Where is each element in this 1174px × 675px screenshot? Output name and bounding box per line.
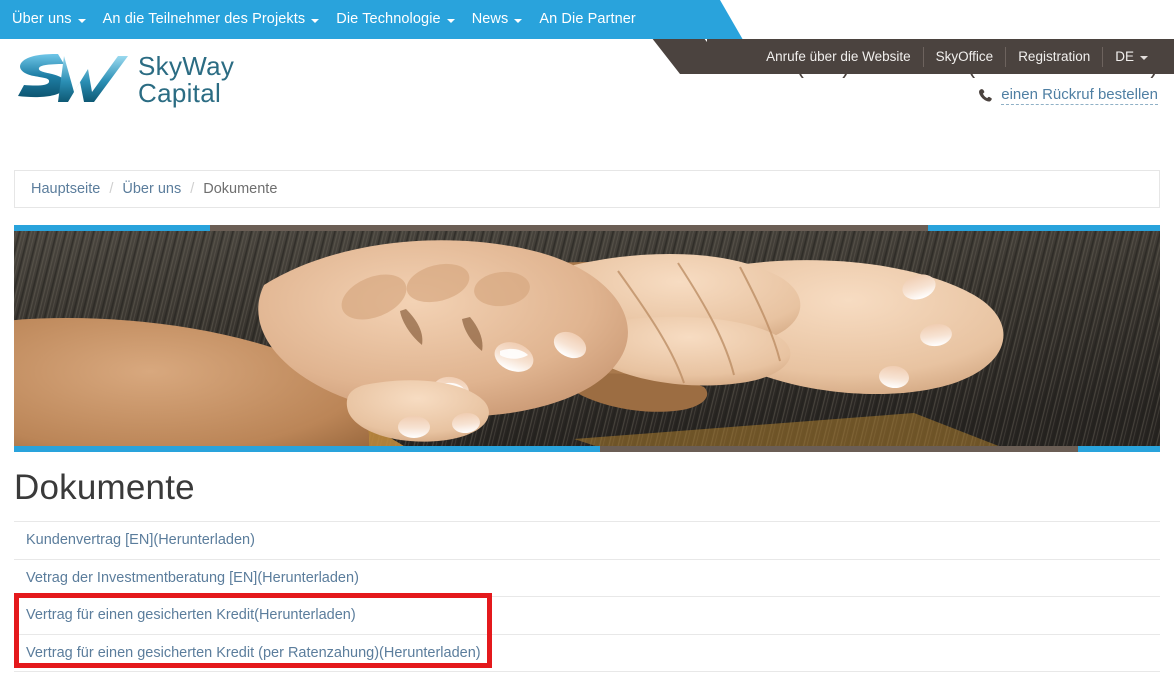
- page-title: Dokumente: [14, 468, 195, 507]
- document-name-link[interactable]: Vertrag für einen gesicherten Kredit (pe…: [26, 645, 379, 661]
- breadcrumb-item-hauptseite[interactable]: Hauptseite: [31, 181, 100, 197]
- main-navigation-items: Über uns An die Teilnehmer des Projekts …: [0, 0, 653, 39]
- utility-item-label: SkyOffice: [935, 49, 994, 64]
- nav-item-label: An die Teilnehmer des Projekts: [102, 11, 306, 28]
- utility-item-registration[interactable]: Registration: [1006, 49, 1102, 64]
- nav-item-partner[interactable]: An Die Partner: [539, 12, 636, 27]
- table-row[interactable]: Vertrag für einen gesicherten Kredit (pe…: [14, 633, 1160, 671]
- document-name-link[interactable]: Vertrag für einen gesicherten Kredit: [26, 607, 254, 623]
- paren-close: ): [354, 569, 359, 586]
- paren-close: ): [250, 532, 255, 549]
- download-link[interactable]: Herunterladen: [259, 607, 351, 623]
- breadcrumb: Hauptseite / Über uns / Dokumente: [14, 170, 1160, 208]
- callback-link[interactable]: einen Rückruf bestellen: [1001, 86, 1158, 105]
- paren-close: ): [475, 644, 481, 661]
- download-link[interactable]: Herunterladen: [384, 645, 476, 661]
- download-link[interactable]: Herunterladen: [158, 532, 250, 548]
- breadcrumb-item-ueber-uns[interactable]: Über uns: [122, 181, 181, 197]
- logo-line-2: Capital: [138, 78, 222, 108]
- hands-stacked-together-photo: [14, 225, 1160, 452]
- nav-item-teilnehmer[interactable]: An die Teilnehmer des Projekts: [103, 12, 320, 27]
- site-logo[interactable]: SkyWay Capital: [14, 52, 234, 108]
- chevron-down-icon: [514, 18, 523, 23]
- nav-item-news[interactable]: News: [472, 12, 523, 27]
- documents-list: Kundenvertrag [EN] ( Herunterladen ) Vet…: [14, 521, 1160, 675]
- chevron-down-icon: [1140, 55, 1148, 60]
- logo-wordmark: SkyWay Capital: [138, 50, 235, 108]
- nav-item-label: An Die Partner: [539, 11, 636, 28]
- nav-item-ueber-uns[interactable]: Über uns: [12, 12, 86, 27]
- table-row[interactable]: [14, 671, 1160, 675]
- breadcrumb-separator: /: [190, 181, 195, 197]
- utility-item-label: Anrufe über die Website: [766, 49, 911, 64]
- nav-item-label: Über uns: [12, 11, 72, 28]
- breadcrumb-item-dokumente: Dokumente: [203, 181, 278, 197]
- nav-item-label: Die Technologie: [336, 11, 441, 28]
- language-selector-label: DE: [1115, 49, 1134, 64]
- nav-item-label: News: [471, 11, 509, 28]
- logo-line-1: SkyWay: [138, 50, 235, 81]
- document-name-link[interactable]: Vetrag der Investmentberatung [EN]: [26, 570, 257, 586]
- chevron-down-icon: [77, 18, 86, 23]
- phone-handset-icon: [979, 88, 993, 102]
- document-name-link[interactable]: Kundenvertrag [EN]: [26, 532, 153, 548]
- sw-monogram-icon: [18, 54, 128, 102]
- chevron-down-icon: [446, 18, 455, 23]
- page-root: Über uns An die Teilnehmer des Projekts …: [0, 0, 1174, 675]
- utility-navigation-items: Anrufe über die Website SkyOffice Regist…: [707, 39, 1174, 74]
- utility-item-anrufe[interactable]: Anrufe über die Website: [754, 49, 923, 64]
- callback-row[interactable]: einen Rückruf bestellen: [738, 86, 1158, 105]
- utility-item-skyoffice[interactable]: SkyOffice: [924, 49, 1006, 64]
- hero-banner: [14, 225, 1160, 452]
- table-row[interactable]: Vetrag der Investmentberatung [EN] ( Her…: [14, 558, 1160, 596]
- download-link[interactable]: Herunterladen: [262, 570, 354, 586]
- paren-close: ): [350, 607, 356, 624]
- breadcrumb-separator: /: [109, 181, 114, 197]
- nav-item-technologie[interactable]: Die Technologie: [336, 11, 455, 28]
- utility-item-label: Registration: [1018, 49, 1091, 64]
- table-row[interactable]: Vertrag für einen gesicherten Kredit ( H…: [14, 596, 1160, 634]
- chevron-down-icon: [311, 18, 320, 23]
- table-row[interactable]: Kundenvertrag [EN] ( Herunterladen ): [14, 521, 1160, 559]
- language-selector[interactable]: DE: [1103, 49, 1160, 64]
